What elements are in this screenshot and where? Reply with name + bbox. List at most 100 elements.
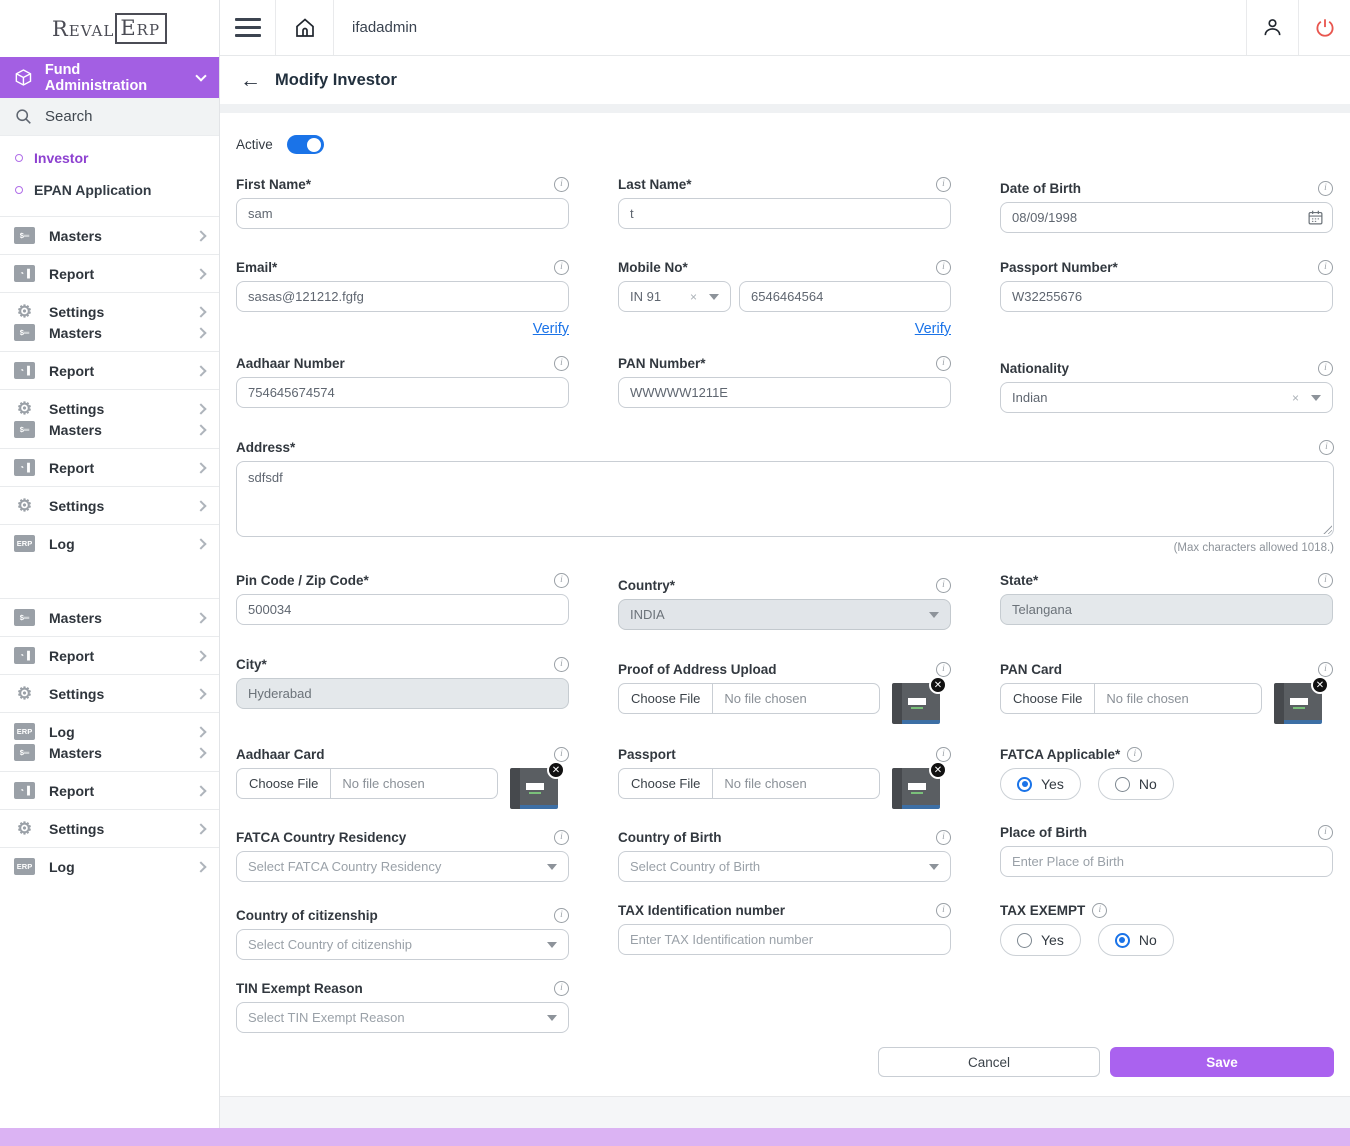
choose-file-button[interactable]: Choose File <box>1001 684 1095 713</box>
citizenship-select[interactable]: Select Country of citizenship <box>236 929 569 960</box>
choose-file-button[interactable]: Choose File <box>237 769 331 798</box>
active-toggle[interactable] <box>287 135 324 154</box>
nationality-select[interactable]: Indian × <box>1000 382 1333 413</box>
pan-number-input[interactable] <box>618 377 951 408</box>
info-icon[interactable]: i <box>936 177 951 192</box>
calendar-icon[interactable] <box>1307 209 1324 226</box>
info-icon[interactable]: i <box>1318 361 1333 376</box>
sidebar-item-log[interactable]: ERPLog <box>14 535 205 552</box>
sidebar-item-settings[interactable]: ⚙Settings <box>14 820 205 837</box>
info-icon[interactable]: i <box>936 260 951 275</box>
info-icon[interactable]: i <box>1127 747 1142 762</box>
info-icon[interactable]: i <box>1318 573 1333 588</box>
info-icon[interactable]: i <box>1319 440 1334 455</box>
sidebar-item-masters[interactable]: $═Masters <box>14 744 205 761</box>
info-icon[interactable]: i <box>554 260 569 275</box>
tax-exempt-yes-radio[interactable]: Yes <box>1000 924 1081 956</box>
choose-file-button[interactable]: Choose File <box>619 769 713 798</box>
info-icon[interactable]: i <box>936 662 951 677</box>
info-icon[interactable]: i <box>554 747 569 762</box>
sidebar-item-log[interactable]: ERPLog <box>14 723 205 740</box>
first-name-input[interactable] <box>236 198 569 229</box>
info-icon[interactable]: i <box>554 657 569 672</box>
email-input[interactable] <box>236 281 569 312</box>
info-icon[interactable]: i <box>1092 903 1107 918</box>
proof-of-address-file-input[interactable]: Choose File No file chosen <box>618 683 880 714</box>
logout-button[interactable] <box>1298 0 1350 55</box>
hamburger-menu-button[interactable] <box>220 0 276 55</box>
info-icon[interactable]: i <box>1318 662 1333 677</box>
sidebar-item-settings[interactable]: ⚙Settings <box>14 685 205 702</box>
passport-preview[interactable]: ✕ <box>892 768 940 809</box>
passport-file-input[interactable]: Choose File No file chosen <box>618 768 880 799</box>
info-icon[interactable]: i <box>554 830 569 845</box>
remove-file-icon[interactable]: ✕ <box>1311 676 1329 694</box>
sidebar-item-masters[interactable]: $═Masters <box>14 421 205 438</box>
sidebar-item-report[interactable]: ◔▐Report <box>14 362 205 379</box>
sidebar-item-report[interactable]: ◔▐Report <box>14 459 205 476</box>
sidebar-item-epan-application[interactable]: EPAN Application <box>0 174 219 206</box>
pincode-input[interactable] <box>236 594 569 625</box>
sidebar-item-settings[interactable]: ⚙Settings <box>14 400 205 417</box>
address-textarea[interactable]: sdfsdf <box>236 461 1334 537</box>
info-icon[interactable]: i <box>936 830 951 845</box>
remove-file-icon[interactable]: ✕ <box>547 761 565 779</box>
cube-icon <box>14 68 33 87</box>
pan-card-file-input[interactable]: Choose File No file chosen <box>1000 683 1262 714</box>
sidebar-item-log[interactable]: ERPLog <box>14 858 205 875</box>
sidebar-item-investor[interactable]: Investor <box>0 142 219 174</box>
sidebar-item-masters[interactable]: $═Masters <box>14 609 205 626</box>
aadhaar-number-input[interactable] <box>236 377 569 408</box>
proof-of-address-preview[interactable]: ✕ <box>892 683 940 724</box>
clear-icon[interactable]: × <box>690 290 709 304</box>
info-icon[interactable]: i <box>554 177 569 192</box>
info-icon[interactable]: i <box>554 573 569 588</box>
info-icon[interactable]: i <box>936 578 951 593</box>
aadhaar-card-preview[interactable]: ✕ <box>510 768 558 809</box>
passport-number-input[interactable] <box>1000 281 1333 312</box>
email-verify-link[interactable]: Verify <box>533 321 569 337</box>
remove-file-icon[interactable]: ✕ <box>929 676 947 694</box>
fatca-no-radio[interactable]: No <box>1098 768 1174 800</box>
info-icon[interactable]: i <box>554 908 569 923</box>
mobile-verify-link[interactable]: Verify <box>915 321 951 337</box>
tax-exempt-no-radio[interactable]: No <box>1098 924 1174 956</box>
sidebar-item-settings[interactable]: ⚙Settings <box>14 497 205 514</box>
sidebar-module-header[interactable]: Fund Administration <box>0 57 219 98</box>
sidebar-item-masters[interactable]: $═Masters <box>14 227 205 244</box>
sidebar-search[interactable]: Search <box>0 98 219 136</box>
mobile-country-code-select[interactable]: IN 91 × <box>618 281 731 312</box>
info-icon[interactable]: i <box>1318 181 1333 196</box>
choose-file-button[interactable]: Choose File <box>619 684 713 713</box>
tax-id-input[interactable] <box>618 924 951 955</box>
cancel-button[interactable]: Cancel <box>878 1047 1100 1077</box>
dob-input[interactable] <box>1000 202 1333 233</box>
info-icon[interactable]: i <box>936 903 951 918</box>
sidebar-item-settings[interactable]: ⚙Settings <box>14 303 205 320</box>
last-name-input[interactable] <box>618 198 951 229</box>
tin-reason-select[interactable]: Select TIN Exempt Reason <box>236 1002 569 1033</box>
info-icon[interactable]: i <box>936 747 951 762</box>
info-icon[interactable]: i <box>936 356 951 371</box>
sidebar-item-report[interactable]: ◔▐Report <box>14 265 205 282</box>
country-of-birth-select[interactable]: Select Country of Birth <box>618 851 951 882</box>
remove-file-icon[interactable]: ✕ <box>929 761 947 779</box>
sidebar-item-report[interactable]: ◔▐Report <box>14 647 205 664</box>
info-icon[interactable]: i <box>554 981 569 996</box>
sidebar-item-masters[interactable]: $═Masters <box>14 324 205 341</box>
save-button[interactable]: Save <box>1110 1047 1334 1077</box>
mobile-number-input[interactable] <box>739 281 951 312</box>
aadhaar-card-file-input[interactable]: Choose File No file chosen <box>236 768 498 799</box>
pan-card-preview[interactable]: ✕ <box>1274 683 1322 724</box>
info-icon[interactable]: i <box>554 356 569 371</box>
place-of-birth-input[interactable] <box>1000 846 1333 877</box>
fatca-country-select[interactable]: Select FATCA Country Residency <box>236 851 569 882</box>
back-button[interactable]: ← <box>240 70 261 91</box>
info-icon[interactable]: i <box>1318 825 1333 840</box>
home-button[interactable] <box>276 0 334 55</box>
clear-icon[interactable]: × <box>1292 391 1311 405</box>
fatca-yes-radio[interactable]: Yes <box>1000 768 1081 800</box>
sidebar-item-report[interactable]: ◔▐Report <box>14 782 205 799</box>
profile-button[interactable] <box>1246 0 1298 55</box>
info-icon[interactable]: i <box>1318 260 1333 275</box>
